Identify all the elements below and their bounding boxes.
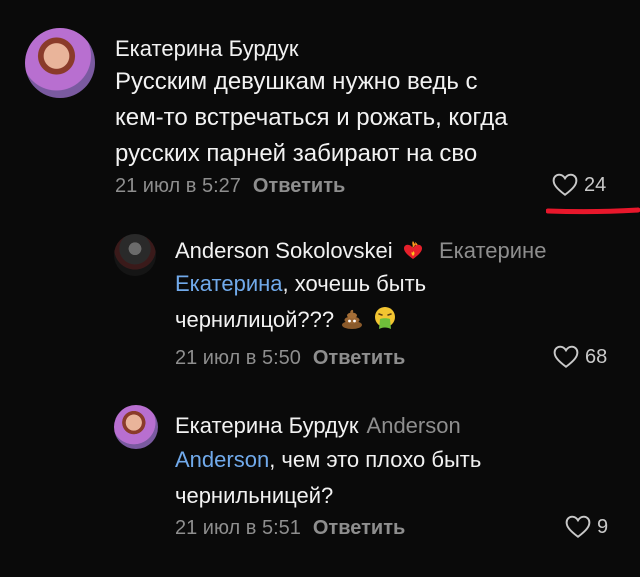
reply-button[interactable]: Ответить — [313, 347, 405, 369]
timestamp: 21 июл в 5:51 — [175, 517, 301, 539]
timestamp: 21 июл в 5:50 — [175, 347, 301, 369]
like-button[interactable]: 68 — [553, 345, 607, 369]
timestamp: 21 июл в 5:27 — [115, 175, 241, 197]
like-count: 24 — [584, 173, 607, 196]
comment-text: Екатерина, хочешь быть чернилицой??? — [175, 271, 427, 332]
reply-button[interactable]: Ответить — [313, 517, 405, 539]
like-button[interactable]: 24 — [552, 173, 606, 197]
avatar[interactable] — [25, 28, 95, 98]
comment-meta: 21 июл в 5:50 Ответить — [175, 347, 405, 370]
heart-fire-emoji-icon — [403, 241, 422, 260]
avatar[interactable] — [114, 234, 156, 276]
author-name[interactable]: Anderson Sokolovskei — [175, 238, 393, 263]
vomiting-face-emoji-icon — [375, 307, 396, 330]
like-count: 68 — [585, 345, 608, 368]
avatar[interactable] — [114, 405, 158, 449]
comment-text: Anderson, чем это плохо быть чернильнице… — [175, 447, 482, 508]
reply-to-name[interactable]: Anderson — [367, 413, 461, 438]
red-underline-annotation — [546, 207, 640, 215]
poop-emoji-icon — [342, 310, 363, 330]
comment-text: Русским девушкам нужно ведь с кем-то вст… — [115, 68, 508, 167]
comment-header: Anderson Sokolovskei Екатерине — [175, 238, 546, 264]
mention-link[interactable]: Екатерина — [175, 271, 283, 296]
comment-meta: 21 июл в 5:51 Ответить — [175, 517, 405, 540]
heart-icon — [565, 515, 591, 538]
heart-icon — [553, 345, 579, 368]
author-name[interactable]: Екатерина Бурдук — [175, 413, 359, 438]
mention-link[interactable]: Anderson — [175, 447, 269, 472]
heart-icon — [552, 173, 578, 196]
reply-to-name[interactable]: Екатерине — [439, 238, 547, 263]
like-count: 9 — [597, 515, 609, 538]
comment-header: Екатерина Бурдук Anderson — [175, 413, 461, 439]
author-name[interactable]: Екатерина Бурдук — [115, 36, 299, 62]
reply-button[interactable]: Ответить — [253, 175, 345, 197]
comment-meta: 21 июл в 5:27 Ответить — [115, 175, 345, 198]
like-button[interactable]: 9 — [565, 515, 608, 539]
